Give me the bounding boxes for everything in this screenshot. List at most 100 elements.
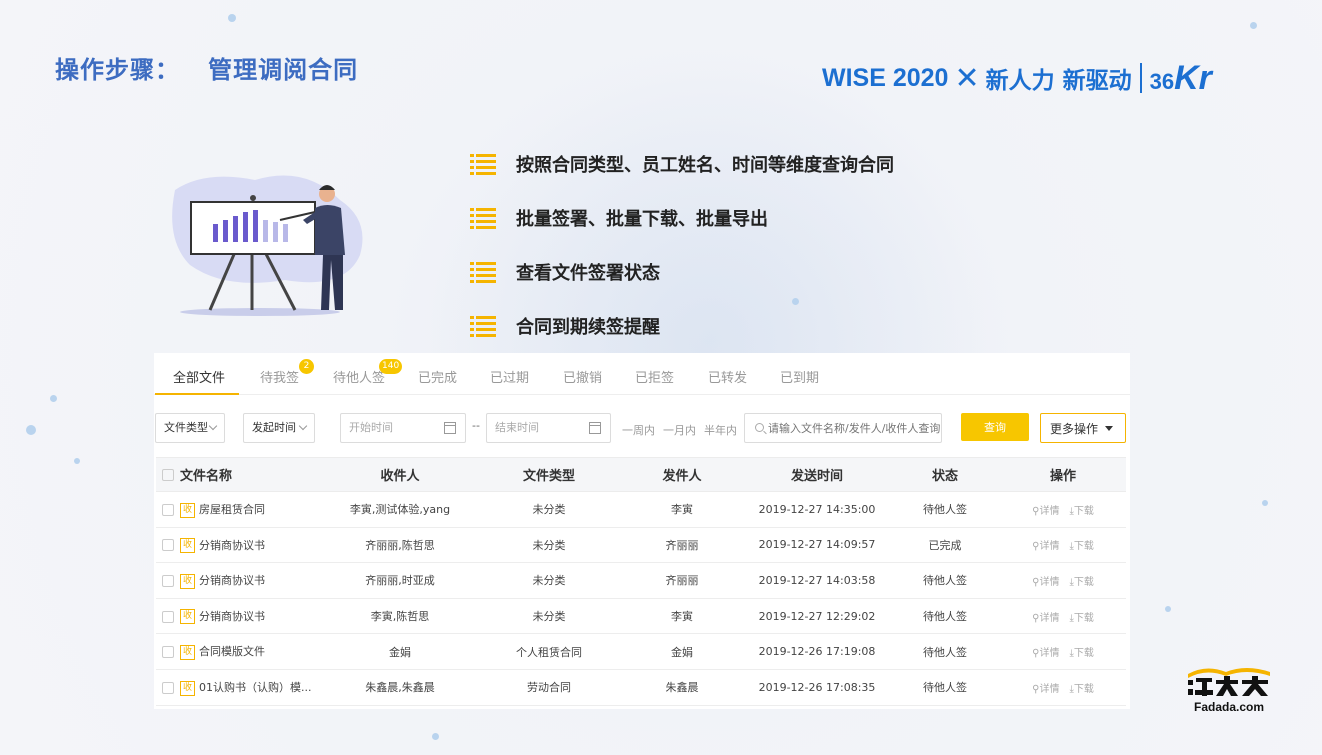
- tab-expired[interactable]: 已过期: [490, 367, 529, 386]
- download-link[interactable]: ⤓下载: [1069, 684, 1093, 695]
- table-row[interactable]: 收房屋租赁合同 李寅,测试体验,yang 未分类 李寅 2019-12-27 1…: [156, 491, 1126, 528]
- file-name[interactable]: 房屋租赁合同: [199, 503, 265, 516]
- download-link[interactable]: ⤓下载: [1069, 506, 1093, 517]
- send-time-cell: 2019-12-26 17:19:08: [744, 633, 890, 670]
- list-icon: [470, 315, 496, 337]
- feature-item: 查看文件签署状态: [470, 258, 894, 285]
- file-name[interactable]: 分销商协议书: [199, 574, 265, 587]
- feature-list: 按照合同类型、员工姓名、时间等维度查询合同 批量签署、批量下载、批量导出 查看文…: [470, 150, 894, 366]
- fadada-logo: Fadada.com: [1186, 662, 1276, 714]
- detail-link[interactable]: ⚲详情: [1032, 506, 1059, 517]
- more-actions-button[interactable]: 更多操作: [1040, 413, 1126, 443]
- recipients-cell: 李寅,测试体验,yang: [322, 491, 478, 528]
- detail-link[interactable]: ⚲详情: [1032, 541, 1059, 552]
- quick-filter-week[interactable]: 一周内: [622, 422, 655, 438]
- file-name[interactable]: 合同模版文件: [199, 645, 265, 658]
- file-name[interactable]: 分销商协议书: [199, 610, 265, 623]
- table-header-row: 文件名称 收件人 文件类型 发件人 发送时间 状态 操作: [156, 457, 1126, 492]
- file-type-select[interactable]: 文件类型: [155, 413, 225, 443]
- tab-completed[interactable]: 已完成: [418, 367, 457, 386]
- table-row[interactable]: 收分销商协议书 齐丽丽,时亚成 未分类 齐丽丽 2019-12-27 14:03…: [156, 562, 1126, 599]
- status-cell: 待他人签: [890, 491, 1000, 528]
- background-dot: [432, 733, 439, 740]
- send-time-cell: 2019-12-27 14:35:00: [744, 491, 890, 528]
- background-dot: [50, 395, 57, 402]
- search-input[interactable]: [768, 414, 940, 442]
- row-checkbox[interactable]: [162, 574, 174, 587]
- column-header: 发送时间: [744, 457, 890, 492]
- detail-link[interactable]: ⚲详情: [1032, 577, 1059, 588]
- download-link[interactable]: ⤓下载: [1069, 577, 1093, 588]
- download-link[interactable]: ⤓下载: [1069, 613, 1093, 624]
- tab-due[interactable]: 已到期: [780, 367, 819, 386]
- recipients-cell: 齐丽丽,时亚成: [322, 562, 478, 599]
- file-type-cell: 未分类: [478, 527, 620, 564]
- table-row[interactable]: 收分销商协议书 齐丽丽,陈哲思 未分类 齐丽丽 2019-12-27 14:09…: [156, 527, 1126, 564]
- tab-all-files[interactable]: 全部文件: [173, 367, 225, 386]
- file-type-cell: 个人租赁合同: [478, 633, 620, 670]
- recipients-cell: 李寅,陈哲思: [322, 598, 478, 635]
- end-date-placeholder: 结束时间: [495, 421, 539, 434]
- row-checkbox[interactable]: [162, 503, 174, 516]
- received-tag: 收: [180, 680, 195, 696]
- recipients-cell: 朱鑫晨,朱鑫晨: [322, 669, 478, 706]
- feature-label: 按照合同类型、员工姓名、时间等维度查询合同: [516, 154, 894, 176]
- file-name[interactable]: 分销商协议书: [199, 539, 265, 552]
- send-time-cell: 2019-12-27 14:03:58: [744, 562, 890, 599]
- table-row[interactable]: 收 01认购书（认购）模... 朱鑫晨,朱鑫晨 劳动合同 朱鑫晨 2019-12-…: [156, 669, 1126, 706]
- detail-link[interactable]: ⚲详情: [1032, 684, 1059, 695]
- detail-link[interactable]: ⚲详情: [1032, 648, 1059, 659]
- end-date-input[interactable]: 结束时间: [486, 413, 611, 443]
- tab-revoked[interactable]: 已撤销: [563, 367, 602, 386]
- detail-link[interactable]: ⚲详情: [1032, 613, 1059, 624]
- background-dot: [74, 458, 80, 464]
- received-tag: 收: [180, 573, 195, 589]
- status-cell: 待他人签: [890, 669, 1000, 706]
- row-checkbox[interactable]: [162, 646, 174, 659]
- file-type-cell: 未分类: [478, 562, 620, 599]
- received-tag: 收: [180, 644, 195, 660]
- file-type-value: 文件类型: [164, 421, 208, 434]
- table-row[interactable]: 收合同模版文件 金娟 个人租赁合同 金娟 2019-12-26 17:19:08…: [156, 633, 1126, 670]
- download-link[interactable]: ⤓下载: [1069, 541, 1093, 552]
- status-cell: 已完成: [890, 527, 1000, 564]
- start-date-input[interactable]: 开始时间: [340, 413, 466, 443]
- 36kr-logo: 36Kr: [1149, 58, 1212, 97]
- contract-table: 文件名称 收件人 文件类型 发件人 发送时间 状态 操作 收房屋租赁合同 李寅,…: [156, 457, 1126, 706]
- active-tab-indicator: [155, 393, 239, 395]
- calendar-icon: [444, 422, 456, 434]
- caret-down-icon: [1105, 426, 1113, 431]
- sender-cell: 朱鑫晨: [620, 669, 744, 706]
- status-tabs: 全部文件 待我签 2 待他人签 140 已完成 已过期 已撤销 已拒签 已转发 …: [154, 353, 1130, 395]
- search-icon: [755, 423, 764, 432]
- row-checkbox[interactable]: [162, 539, 174, 552]
- tab-forwarded[interactable]: 已转发: [708, 367, 747, 386]
- status-cell: 待他人签: [890, 633, 1000, 670]
- cross-icon: ✕: [954, 61, 980, 95]
- awaiting-others-count-badge: 140: [379, 359, 403, 374]
- table-row[interactable]: 收分销商协议书 李寅,陈哲思 未分类 李寅 2019-12-27 12:29:0…: [156, 598, 1126, 635]
- background-dot: [26, 425, 36, 435]
- brand-divider: [1139, 63, 1142, 93]
- send-time-cell: 2019-12-27 14:09:57: [744, 527, 890, 564]
- row-checkbox[interactable]: [162, 681, 174, 694]
- contract-list-panel: 全部文件 待我签 2 待他人签 140 已完成 已过期 已撤销 已拒签 已转发 …: [154, 353, 1130, 709]
- tab-awaiting-me[interactable]: 待我签: [260, 367, 299, 386]
- download-link[interactable]: ⤓下载: [1069, 648, 1093, 659]
- tab-rejected[interactable]: 已拒签: [635, 367, 674, 386]
- row-checkbox[interactable]: [162, 610, 174, 623]
- select-all-checkbox[interactable]: [162, 468, 174, 481]
- quick-filter-half-year[interactable]: 半年内: [704, 422, 737, 438]
- sender-cell: 金娟: [620, 633, 744, 670]
- query-button[interactable]: 查询: [961, 413, 1029, 441]
- send-time-select[interactable]: 发起时间: [243, 413, 315, 443]
- tab-awaiting-others[interactable]: 待他人签: [333, 367, 385, 386]
- sender-cell: 齐丽丽: [620, 527, 744, 564]
- quick-filter-month[interactable]: 一月内: [663, 422, 696, 438]
- slide-title: 操作步骤： 管理调阅合同: [55, 56, 359, 84]
- status-cell: 待他人签: [890, 562, 1000, 599]
- sender-cell: 齐丽丽: [620, 562, 744, 599]
- feature-label: 查看文件签署状态: [516, 262, 660, 284]
- chevron-down-icon: [298, 421, 308, 431]
- file-name[interactable]: 01认购书（认购）模...: [199, 681, 312, 694]
